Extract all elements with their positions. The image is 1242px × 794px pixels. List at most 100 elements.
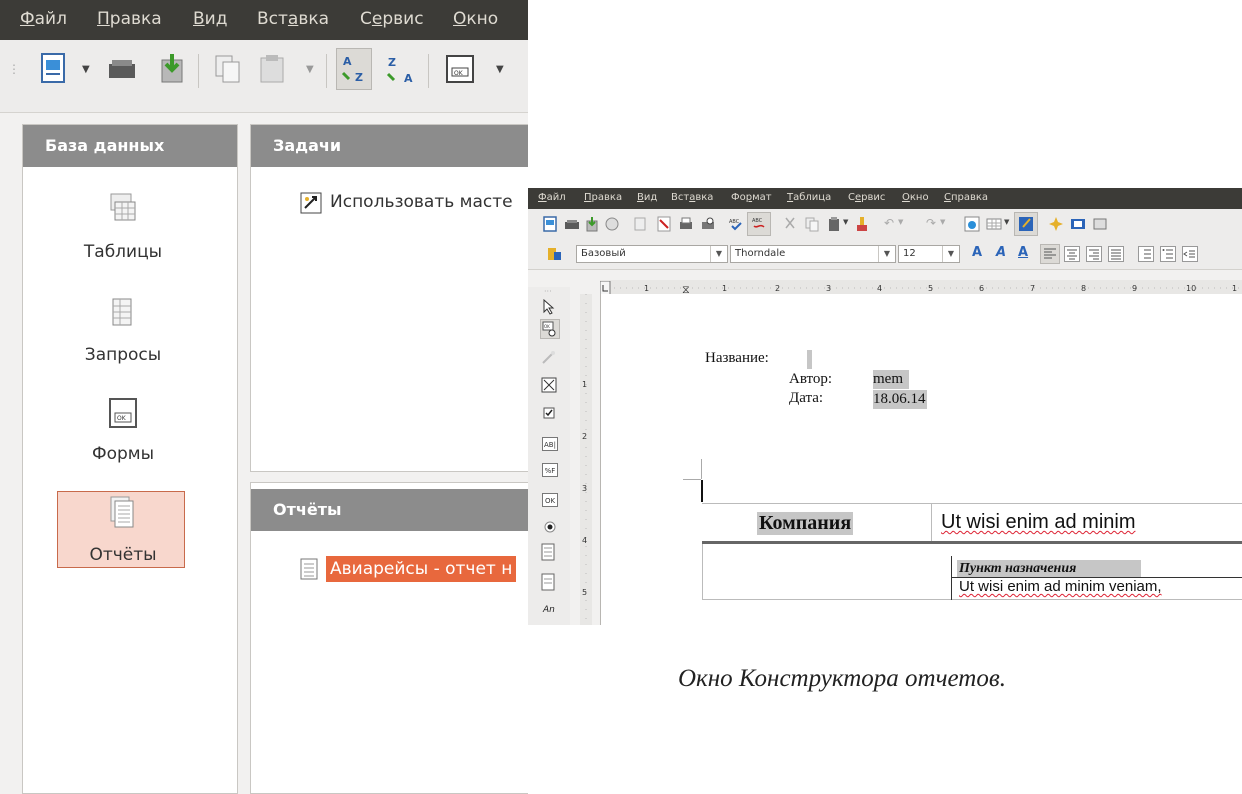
combo-box-icon[interactable] (541, 573, 557, 591)
table-icon[interactable] (986, 216, 1002, 232)
mail-icon[interactable] (604, 216, 620, 232)
edit-file-icon[interactable] (632, 216, 648, 232)
title-field[interactable] (807, 350, 812, 369)
author-field[interactable]: mem (873, 370, 909, 389)
vertical-ruler[interactable]: 1 2 3 4 5 (580, 294, 592, 625)
align-center-icon[interactable] (1064, 246, 1080, 262)
paste-icon[interactable] (826, 216, 842, 232)
font-size-combo[interactable]: 12 ▼ (898, 245, 960, 263)
menu-insert[interactable]: Вставка (257, 9, 329, 29)
push-button-control-icon[interactable]: OK (542, 493, 558, 507)
paste-icon[interactable] (256, 52, 288, 86)
cut-icon[interactable] (782, 216, 798, 232)
sort-ascending-button[interactable]: A Z (336, 48, 372, 90)
report-file-icon (300, 558, 318, 580)
formatted-field-icon[interactable]: %F (542, 463, 558, 477)
new-document-icon[interactable] (542, 216, 558, 232)
save-icon[interactable] (156, 52, 188, 86)
data-sources-icon[interactable] (1092, 216, 1108, 232)
menu-table[interactable]: Таблица (787, 192, 831, 203)
align-left-button[interactable] (1040, 244, 1060, 264)
copy-icon[interactable] (804, 216, 820, 232)
paste-dropdown-icon[interactable]: ▼ (843, 218, 848, 226)
show-draw-functions-button[interactable] (1014, 212, 1038, 236)
menu-help[interactable]: Справка (944, 192, 988, 203)
bold-icon[interactable]: A (972, 245, 982, 260)
list-box-icon[interactable] (541, 543, 557, 561)
print-icon[interactable] (678, 216, 694, 232)
checkbox-control-icon[interactable] (543, 407, 555, 419)
label-field-icon[interactable]: An (543, 605, 555, 615)
paragraph-style-combo[interactable]: Базовый ▼ (576, 245, 728, 263)
chevron-down-icon[interactable]: ▼ (710, 246, 727, 262)
open-folder-icon[interactable] (106, 52, 138, 86)
control-wizards-icon[interactable] (541, 349, 557, 365)
destination-header-cell[interactable]: Пункт назначения (957, 560, 1141, 577)
align-right-icon[interactable] (1086, 246, 1102, 262)
justify-icon[interactable] (1108, 246, 1124, 262)
menu-edit[interactable]: Правка (584, 192, 622, 203)
open-folder-icon[interactable] (564, 216, 580, 232)
menu-edit[interactable]: Правка (97, 9, 162, 29)
menu-format[interactable]: Формат (731, 192, 772, 203)
table-dropdown-icon[interactable]: ▼ (1004, 218, 1009, 226)
redo-dropdown-icon[interactable]: ▼ (940, 218, 945, 226)
paste-dropdown-icon[interactable]: ▼ (306, 64, 314, 75)
menu-tools[interactable]: Сервис (848, 192, 885, 203)
query-icon (112, 298, 132, 326)
menu-file[interactable]: Файл (20, 9, 67, 29)
styles-formatting-icon[interactable] (546, 246, 562, 262)
design-mode-button[interactable]: OK (540, 319, 560, 339)
undo-dropdown-icon[interactable]: ▼ (898, 218, 903, 226)
menu-view[interactable]: Вид (193, 9, 227, 29)
form-dropdown-icon[interactable]: ▼ (496, 64, 504, 75)
company-header-cell[interactable]: Компания (757, 512, 854, 535)
menu-insert[interactable]: Вставка (671, 192, 713, 203)
horizontal-ruler[interactable]: 1 ⧖ 1 2 3 4 5 6 7 8 9 10 1 (599, 280, 1242, 296)
menu-window[interactable]: Окно (902, 192, 929, 203)
hyperlink-icon[interactable] (964, 216, 980, 232)
select-pointer-icon[interactable] (541, 299, 557, 315)
new-document-icon[interactable] (38, 52, 70, 86)
form-design-icon[interactable] (541, 377, 557, 393)
font-name-combo[interactable]: Thorndale ▼ (730, 245, 896, 263)
clone-formatting-icon[interactable] (854, 216, 870, 232)
spellcheck-icon[interactable]: ABC (728, 216, 744, 232)
form-dialog-icon[interactable]: OK (444, 52, 476, 86)
navigator-icon[interactable] (1048, 216, 1064, 232)
gallery-icon[interactable] (1070, 216, 1086, 232)
menu-file[interactable]: Файл (538, 192, 566, 203)
new-dropdown-icon[interactable]: ▼ (82, 64, 90, 75)
text-box-control-icon[interactable]: AB| (542, 437, 558, 451)
ruler-number: 1 (644, 284, 649, 293)
italic-icon[interactable]: A (996, 245, 1006, 260)
decrease-indent-icon[interactable] (1182, 246, 1198, 262)
copy-icon[interactable] (212, 52, 244, 86)
destination-value-cell[interactable]: Ut wisi enim ad minim veniam, (959, 578, 1162, 595)
sort-descending-icon[interactable]: Z A (384, 52, 416, 86)
ruler-number: 9 (1132, 284, 1137, 293)
autospellcheck-button[interactable]: ABC (747, 212, 771, 236)
report-item-label: Авиарейсы - отчет н (326, 556, 517, 582)
bullets-icon[interactable] (1160, 246, 1176, 262)
menu-tools[interactable]: Сервис (360, 9, 424, 29)
undo-icon[interactable]: ↶ (884, 216, 894, 230)
document-page[interactable]: Название: Автор: mem Дата: 18.06.14 Комп… (600, 294, 1242, 625)
toolbar-separator (428, 54, 429, 88)
chevron-down-icon[interactable]: ▼ (878, 246, 895, 262)
tasks-panel: Задачи (250, 124, 528, 472)
menu-view[interactable]: Вид (637, 192, 657, 203)
chevron-down-icon[interactable]: ▼ (942, 246, 959, 262)
redo-icon[interactable]: ↷ (926, 216, 936, 230)
ruler-number: 5 (928, 284, 933, 293)
print-preview-icon[interactable] (700, 216, 716, 232)
option-button-icon[interactable] (544, 521, 556, 533)
save-icon[interactable] (584, 216, 600, 232)
menu-window[interactable]: Окно (453, 9, 498, 29)
date-field[interactable]: 18.06.14 (873, 390, 927, 409)
underline-icon[interactable]: A (1018, 245, 1028, 260)
numbering-icon[interactable] (1138, 246, 1154, 262)
table-column-divider (931, 503, 932, 541)
company-value-cell[interactable]: Ut wisi enim ad minim (941, 511, 1135, 534)
export-pdf-icon[interactable] (656, 216, 672, 232)
